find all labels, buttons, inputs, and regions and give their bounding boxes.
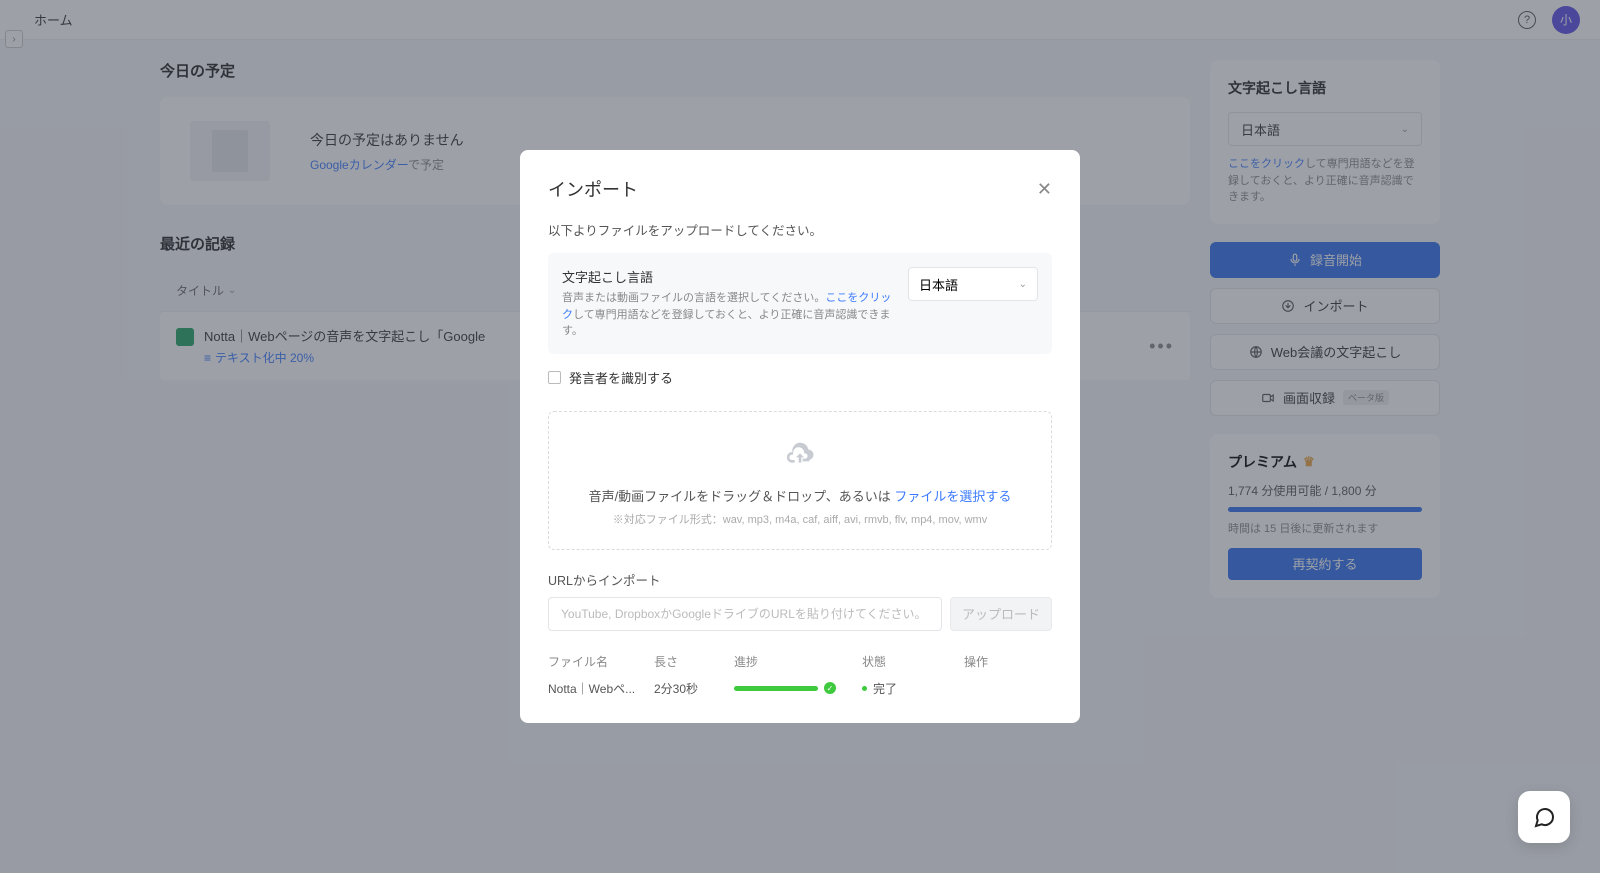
modal-lang-desc: 音声または動画ファイルの言語を選択してください。ここをクリックして専門用語などを… xyxy=(562,290,894,340)
modal-lang-title: 文字起こし言語 xyxy=(562,267,894,286)
chat-fab[interactable] xyxy=(1518,791,1570,843)
checkbox[interactable] xyxy=(548,371,561,384)
upload-cloud-icon xyxy=(782,440,818,472)
url-import-label: URLからインポート xyxy=(548,570,1052,589)
formats-text: ※対応ファイル形式：wav, mp3, m4a, caf, aiff, avi,… xyxy=(569,511,1031,527)
col-filename: ファイル名 xyxy=(548,653,654,670)
modal-subtitle: 以下よりファイルをアップロードしてください。 xyxy=(548,220,1052,239)
file-length: 2分30秒 xyxy=(654,680,734,697)
status-dot-icon xyxy=(862,686,867,691)
progress-bar xyxy=(734,686,818,691)
file-name: Notta｜Webペ... xyxy=(548,680,654,697)
col-length: 長さ xyxy=(654,653,734,670)
file-dropzone[interactable]: 音声/動画ファイルをドラッグ＆ドロップ、あるいは ファイルを選択する ※対応ファ… xyxy=(548,411,1052,550)
file-select-link[interactable]: ファイルを選択する xyxy=(894,489,1011,504)
col-status: 状態 xyxy=(862,653,964,670)
speaker-checkbox-row[interactable]: 発言者を識別する xyxy=(548,368,1052,387)
check-icon: ✓ xyxy=(824,682,836,694)
dropzone-text: 音声/動画ファイルをドラッグ＆ドロップ、あるいは ファイルを選択する xyxy=(569,486,1031,505)
speaker-label: 発言者を識別する xyxy=(569,368,673,387)
upload-button[interactable]: アップロード xyxy=(950,597,1052,631)
file-row: Notta｜Webペ... 2分30秒 ✓ 完了 xyxy=(548,680,1052,697)
modal-title: インポート xyxy=(548,176,638,202)
modal-language-select[interactable]: 日本語 ⌄ xyxy=(908,267,1038,301)
import-modal: インポート ✕ 以下よりファイルをアップロードしてください。 文字起こし言語 音… xyxy=(520,150,1080,723)
modal-overlay: インポート ✕ 以下よりファイルをアップロードしてください。 文字起こし言語 音… xyxy=(0,0,1600,873)
file-status: 完了 xyxy=(862,680,964,697)
col-progress: 進捗 xyxy=(734,653,862,670)
url-input[interactable] xyxy=(548,597,942,631)
col-action: 操作 xyxy=(964,653,1052,670)
chevron-down-icon: ⌄ xyxy=(1019,279,1027,290)
modal-lang-box: 文字起こし言語 音声または動画ファイルの言語を選択してください。ここをクリックし… xyxy=(548,253,1052,354)
file-table-head: ファイル名 長さ 進捗 状態 操作 xyxy=(548,653,1052,670)
chat-icon xyxy=(1532,805,1556,829)
close-icon[interactable]: ✕ xyxy=(1037,179,1052,200)
file-progress: ✓ xyxy=(734,682,862,694)
